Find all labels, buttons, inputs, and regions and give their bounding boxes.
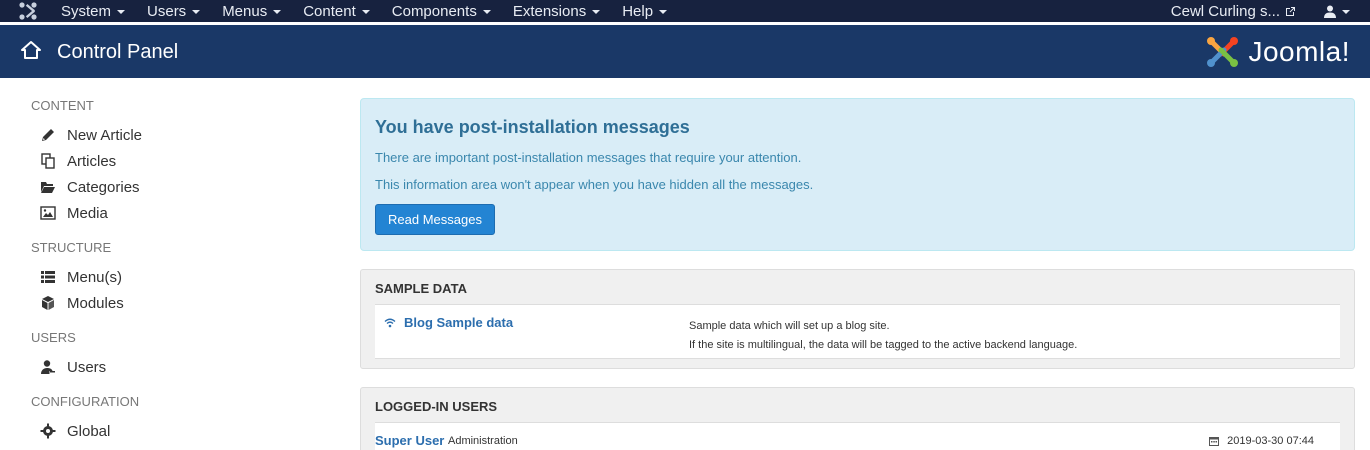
description-line: If the site is multilingual, the data wi… bbox=[689, 339, 1078, 351]
panel-title: SAMPLE DATA bbox=[375, 281, 467, 296]
description-line: Sample data which will set up a blog sit… bbox=[689, 320, 890, 332]
sidebar-item-new-article[interactable]: New Article bbox=[31, 122, 321, 148]
joomla-icon[interactable] bbox=[18, 2, 38, 20]
menu-system[interactable]: System bbox=[50, 0, 136, 22]
menu-label: Users bbox=[147, 2, 187, 20]
menu-label: Menus bbox=[222, 2, 268, 20]
page-header: Control Panel Joomla! bbox=[0, 25, 1370, 78]
sidebar-group-structure: STRUCTURE Menu(s) Modules bbox=[31, 240, 321, 316]
gear-icon bbox=[40, 423, 56, 439]
folder-open-icon bbox=[41, 182, 55, 193]
list-item: Blog Sample data Sample data which will … bbox=[375, 304, 1340, 359]
sidebar-item-label: Modules bbox=[67, 294, 124, 312]
menu-content[interactable]: Content bbox=[292, 0, 381, 22]
sidebar-item-global[interactable]: Global bbox=[31, 418, 321, 444]
menu-users[interactable]: Users bbox=[136, 0, 211, 22]
cube-icon bbox=[42, 296, 54, 310]
menu-label: Extensions bbox=[512, 2, 587, 20]
sidebar-item-media[interactable]: Media bbox=[31, 200, 321, 226]
sidebar-heading: CONTENT bbox=[31, 98, 94, 113]
sidebar-group-content: CONTENT New Article Articles Categories … bbox=[31, 98, 321, 226]
user-role: Administration bbox=[448, 435, 518, 447]
caret-down-icon bbox=[273, 10, 282, 14]
caret-down-icon bbox=[117, 10, 126, 14]
logged-in-users-panel: LOGGED-IN USERS Super User Administratio… bbox=[360, 387, 1355, 450]
navbar-right: Cewl Curling s... bbox=[1171, 0, 1350, 22]
joomla-logo: Joomla! bbox=[1204, 33, 1350, 71]
sidebar-item-categories[interactable]: Categories bbox=[31, 174, 321, 200]
caret-down-icon bbox=[1342, 10, 1350, 14]
copy-icon bbox=[41, 153, 55, 169]
pencil-icon bbox=[42, 129, 54, 141]
alert-text: This information area won't appear when … bbox=[375, 177, 814, 192]
time-value: 2019-03-30 07:44 bbox=[1227, 435, 1314, 447]
sidebar-item-articles[interactable]: Articles bbox=[31, 148, 321, 174]
panel-title: LOGGED-IN USERS bbox=[375, 399, 498, 414]
sidebar-item-users[interactable]: Users bbox=[31, 354, 321, 380]
top-navbar: System Users Menus Content Components Ex… bbox=[0, 0, 1370, 22]
image-icon bbox=[40, 206, 56, 220]
menu-extensions[interactable]: Extensions bbox=[502, 0, 611, 22]
sidebar-heading: STRUCTURE bbox=[31, 240, 112, 255]
page-title: Control Panel bbox=[57, 41, 179, 63]
sample-data-description: Sample data which will set up a blog sit… bbox=[689, 317, 1077, 355]
caret-down-icon bbox=[659, 10, 668, 14]
main-menu: System Users Menus Content Components Ex… bbox=[50, 0, 678, 22]
read-messages-button[interactable]: Read Messages bbox=[375, 204, 495, 235]
joomla-wordmark: Joomla! bbox=[1248, 36, 1350, 67]
caret-down-icon bbox=[482, 10, 491, 14]
caret-down-icon bbox=[361, 10, 370, 14]
sidebar-group-users: USERS Users bbox=[31, 330, 321, 380]
user-icon bbox=[1324, 5, 1336, 18]
alert-text: There are important post-installation me… bbox=[375, 150, 802, 165]
calendar-icon bbox=[1209, 437, 1220, 446]
alert-title: You have post-installation messages bbox=[375, 117, 690, 137]
sidebar-item-label: Users bbox=[67, 358, 107, 376]
menu-label: Components bbox=[391, 2, 477, 20]
home-icon bbox=[21, 41, 41, 59]
sample-data-panel: SAMPLE DATA Blog Sample data Sample data… bbox=[360, 269, 1355, 369]
wifi-icon bbox=[384, 318, 396, 327]
menu-menus[interactable]: Menus bbox=[211, 0, 292, 22]
site-name: Cewl Curling s... bbox=[1170, 2, 1280, 20]
blog-sample-data-link[interactable]: Blog Sample data bbox=[384, 315, 513, 330]
sample-data-name: Blog Sample data bbox=[404, 315, 514, 330]
menu-label: System bbox=[61, 2, 112, 20]
menu-label: Help bbox=[622, 2, 654, 20]
sidebar-heading: CONFIGURATION bbox=[31, 394, 140, 409]
sidebar-item-modules[interactable]: Modules bbox=[31, 290, 321, 316]
external-link-icon bbox=[1286, 6, 1295, 16]
list-icon bbox=[41, 271, 55, 283]
sidebar-item-label: Menu(s) bbox=[67, 268, 123, 286]
sidebar: CONTENT New Article Articles Categories … bbox=[31, 98, 321, 450]
user-icon bbox=[41, 360, 55, 374]
table-row: Super User Administration 2019-03-30 07:… bbox=[375, 422, 1340, 450]
sidebar-heading: USERS bbox=[31, 330, 76, 345]
joomla-logo-icon bbox=[1207, 37, 1239, 67]
user-menu[interactable] bbox=[1324, 5, 1350, 18]
sidebar-item-label: New Article bbox=[67, 126, 143, 144]
sidebar-item-label: Articles bbox=[67, 152, 117, 170]
sidebar-item-label: Categories bbox=[67, 178, 140, 196]
sidebar-item-menus[interactable]: Menu(s) bbox=[31, 264, 321, 290]
main-content: You have post-installation messages Ther… bbox=[360, 98, 1355, 450]
user-login-time: 2019-03-30 07:44 bbox=[1209, 435, 1314, 447]
site-link[interactable]: Cewl Curling s... bbox=[1171, 3, 1296, 20]
user-name-link[interactable]: Super User bbox=[375, 433, 444, 448]
menu-components[interactable]: Components bbox=[381, 0, 502, 22]
sidebar-item-label: Media bbox=[67, 204, 108, 222]
sidebar-group-configuration: CONFIGURATION Global bbox=[31, 394, 321, 444]
menu-help[interactable]: Help bbox=[611, 0, 678, 22]
post-install-alert: You have post-installation messages Ther… bbox=[360, 98, 1355, 251]
menu-label: Content bbox=[303, 2, 356, 20]
caret-down-icon bbox=[192, 10, 201, 14]
sidebar-item-label: Global bbox=[67, 422, 111, 440]
caret-down-icon bbox=[592, 10, 601, 14]
